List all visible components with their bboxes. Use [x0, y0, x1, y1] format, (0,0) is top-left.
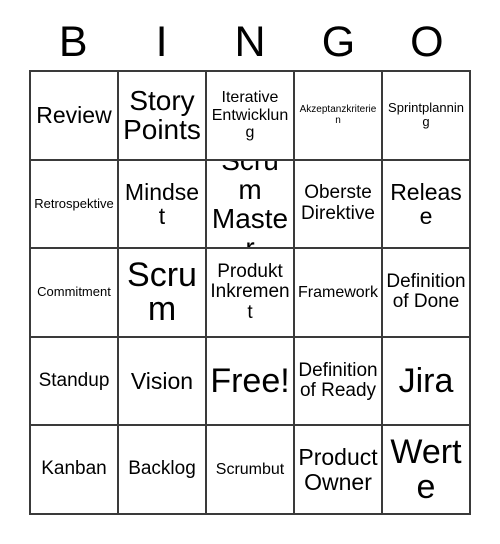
bingo-cell-r5-c1[interactable]: Kanban	[31, 426, 119, 515]
bingo-cell-r4-c4[interactable]: Definition of Ready	[295, 337, 383, 427]
bingo-cell-r1-c1[interactable]: Review	[31, 72, 119, 161]
bingo-cell-r5-c3[interactable]: Scrumbut	[207, 426, 295, 515]
bingo-cell-r1-c2[interactable]: Story Points	[119, 72, 207, 161]
bingo-card: B I N G O Review Story Points Iterative Entwic…	[0, 0, 500, 544]
bingo-cell-label: Standup	[38, 369, 110, 391]
bingo-cell-r4-c1[interactable]: Standup	[31, 337, 119, 427]
bingo-cell-label: Oberste Direktive	[301, 182, 375, 224]
bingo-cell-label: Product Owner	[298, 444, 378, 495]
bingo-cell-r4-c5[interactable]: Jira	[383, 337, 471, 427]
bingo-header-letter-g: G	[321, 17, 356, 66]
bingo-cell-r4-c2[interactable]: Vision	[119, 337, 207, 427]
bingo-cell-label: Framework	[298, 283, 379, 301]
bingo-cell-label: Free!	[210, 361, 290, 400]
bingo-cell-r3-c4[interactable]: Framework	[295, 249, 383, 338]
bingo-cell-label: Commitment	[37, 284, 111, 300]
bingo-cell-r1-c4[interactable]: Akzeptanzkriterien	[295, 72, 383, 161]
bingo-cell-label: Mindset	[124, 178, 200, 229]
bingo-header: BINGO	[29, 14, 471, 70]
bingo-cell-label: Vision	[130, 367, 194, 394]
bingo-cell-r3-c2[interactable]: Scrum	[119, 249, 207, 338]
bingo-cell-r5-c2[interactable]: Backlog	[119, 426, 207, 515]
bingo-cell-label: Definition of Done	[386, 270, 466, 313]
bingo-cell-label: Definition of Ready	[298, 359, 378, 402]
bingo-cell-r2-c1[interactable]: Retrospektive	[31, 160, 119, 250]
bingo-cell-r2-c2[interactable]: Mindset	[119, 160, 207, 250]
bingo-cell-r3-c3[interactable]: Produkt Inkrement	[207, 249, 295, 338]
bingo-header-letter-n: N	[234, 17, 266, 66]
bingo-cell-label: Werte	[390, 433, 462, 506]
bingo-cell-label: Sprintplanning	[388, 99, 464, 130]
bingo-cell-r2-c5[interactable]: Release	[383, 160, 471, 250]
bingo-cell-label: Story Points	[123, 85, 201, 146]
bingo-grid: Review Story Points Iterative Entwicklung A…	[29, 70, 471, 515]
bingo-cell-label: Retrospektive	[34, 195, 114, 211]
bingo-cell-r2-c3[interactable]: Scrum Master	[207, 160, 295, 250]
bingo-cell-r4-c3[interactable]: Free!	[207, 337, 295, 427]
bingo-cell-r3-c1[interactable]: Commitment	[31, 249, 119, 338]
bingo-cell-label: Release	[390, 178, 462, 229]
bingo-header-letter-i: I	[155, 17, 168, 66]
bingo-cell-label: Kanban	[41, 458, 107, 480]
bingo-cell-label: Produkt Inkrement	[210, 260, 290, 323]
bingo-cell-r1-c5[interactable]: Sprintplanning	[383, 72, 471, 161]
bingo-cell-label: Scrum Master	[211, 161, 289, 250]
bingo-header-letter-b: B	[58, 17, 88, 66]
bingo-cell-r5-c5[interactable]: Werte	[383, 426, 471, 515]
bingo-cell-label: Scrum	[127, 255, 197, 329]
bingo-cell-label: Iterative Entwicklung	[211, 88, 289, 142]
bingo-cell-r5-c4[interactable]: Product Owner	[295, 426, 383, 515]
bingo-cell-r1-c3[interactable]: Iterative Entwicklung	[207, 72, 295, 161]
bingo-cell-label: Akzeptanzkriterien	[299, 104, 377, 127]
bingo-cell-label: Backlog	[128, 458, 196, 480]
bingo-cell-label: Jira	[398, 361, 454, 400]
bingo-cell-label: Scrumbut	[215, 460, 285, 478]
bingo-cell-r3-c5[interactable]: Definition of Done	[383, 249, 471, 338]
bingo-cell-r2-c4[interactable]: Oberste Direktive	[295, 160, 383, 250]
bingo-cell-label: Review	[36, 102, 112, 129]
bingo-header-letter-o: O	[410, 17, 444, 66]
